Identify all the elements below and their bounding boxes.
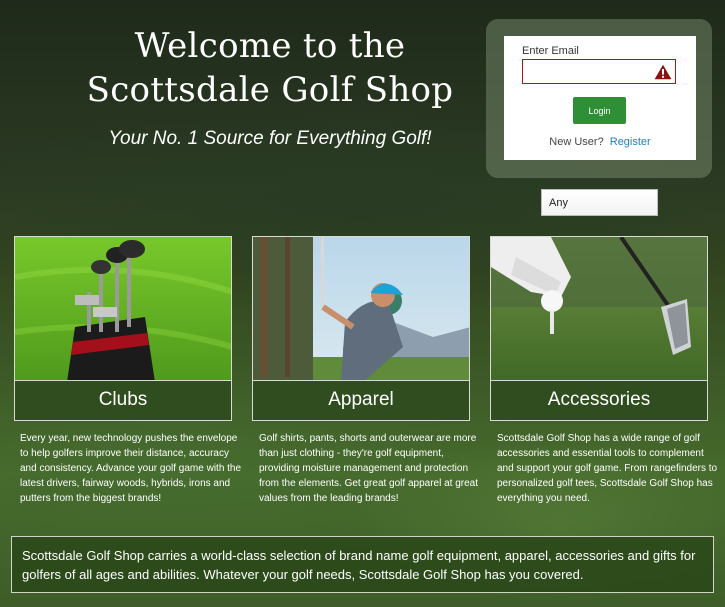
card-title-accessories[interactable]: Accessories xyxy=(490,381,708,421)
login-panel: Enter Email Login New User? Register xyxy=(504,36,696,160)
card-description-clubs: Every year, new technology pushes the en… xyxy=(20,433,242,504)
card-title-apparel[interactable]: Apparel xyxy=(252,381,470,421)
card-image-apparel[interactable] xyxy=(252,236,470,381)
page-title-line-1: Welcome to the xyxy=(134,26,406,66)
page-title-line-2: Scottsdale Golf Shop xyxy=(86,70,454,110)
footer-text: Scottsdale Golf Shop carries a world-cla… xyxy=(22,548,696,582)
golfer-image xyxy=(253,237,469,380)
page-title: Welcome to the Scottsdale Golf Shop xyxy=(40,24,500,112)
card-description-apparel: Golf shirts, pants, shorts and outerwear… xyxy=(259,433,479,504)
card-title-clubs[interactable]: Clubs xyxy=(14,381,232,421)
new-user-row: New User? Register xyxy=(504,136,696,148)
card-image-accessories[interactable] xyxy=(490,236,708,381)
filter-select[interactable]: Any xyxy=(541,189,658,216)
card-image-clubs[interactable] xyxy=(14,236,232,381)
page-subtitle: Your No. 1 Source for Everything Golf! xyxy=(108,128,432,149)
golf-bag-image xyxy=(15,237,231,380)
warning-icon xyxy=(654,64,672,80)
new-user-text: New User? xyxy=(549,136,604,148)
footer-info-box: Scottsdale Golf Shop carries a world-cla… xyxy=(11,536,714,593)
golf-tee-image xyxy=(491,237,707,380)
card-description-accessories: Scottsdale Golf Shop has a wide range of… xyxy=(497,433,718,504)
filter-select-value: Any xyxy=(549,197,568,209)
email-label: Enter Email xyxy=(522,45,579,57)
register-link[interactable]: Register xyxy=(610,136,651,148)
email-field[interactable] xyxy=(522,59,676,84)
login-button[interactable]: Login xyxy=(573,97,626,124)
